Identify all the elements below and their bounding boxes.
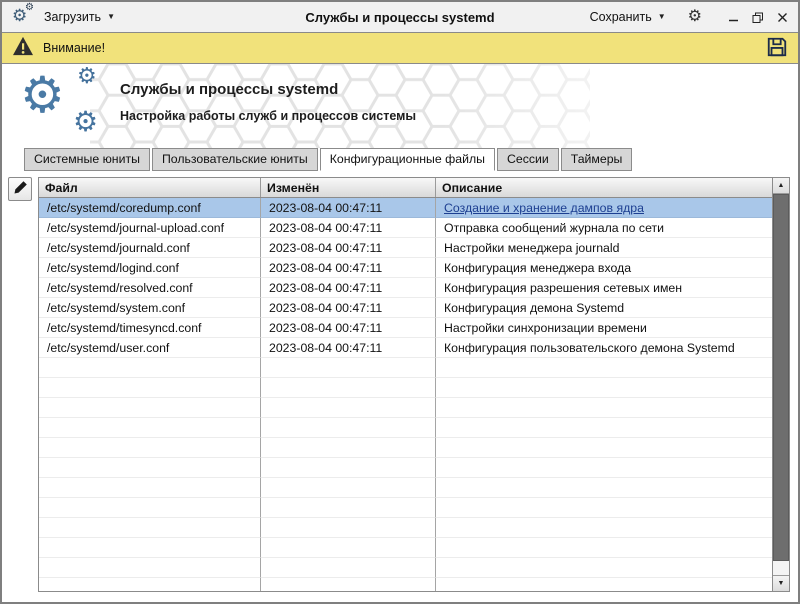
save-file-button[interactable] (766, 36, 788, 61)
title-bar: ⚙ ⚙ Загрузить ▼ Службы и процессы system… (2, 2, 798, 32)
table-row-empty (39, 498, 772, 518)
table-row[interactable]: /etc/systemd/timesyncd.conf 2023-08-04 0… (39, 318, 772, 338)
table-row-empty (39, 478, 772, 498)
scrollbar-thumb[interactable] (773, 194, 789, 561)
main-content: Файл Изменён Описание /etc/systemd/cored… (2, 171, 798, 602)
table-row-empty (39, 518, 772, 538)
scroll-down-button[interactable]: ▼ (773, 575, 789, 591)
modified-cell: 2023-08-04 00:47:11 (261, 338, 436, 358)
config-files-table: Файл Изменён Описание /etc/systemd/cored… (38, 177, 773, 592)
description-cell: Конфигурация менеджера входа (436, 258, 772, 278)
tab-sessions[interactable]: Сессии (497, 148, 559, 171)
modified-cell: 2023-08-04 00:47:11 (261, 198, 436, 218)
tab-timers[interactable]: Таймеры (561, 148, 633, 171)
table-row-empty (39, 558, 772, 578)
column-header-file[interactable]: Файл (39, 178, 261, 197)
modified-cell: 2023-08-04 00:47:11 (261, 318, 436, 338)
table-row-empty (39, 458, 772, 478)
warning-bar: Внимание! (2, 32, 798, 64)
gear-icon: ⚙ (20, 70, 65, 120)
page-header: ⚙ ⚙ ⚙ Службы и процессы systemd Настройк… (2, 64, 798, 148)
table-row-empty (39, 418, 772, 438)
modified-cell: 2023-08-04 00:47:11 (261, 278, 436, 298)
warning-triangle-icon (12, 36, 34, 61)
description-cell: Отправка сообщений журнала по сети (436, 218, 772, 238)
app-logo-gears-icon: ⚙ ⚙ ⚙ (20, 66, 120, 146)
description-cell: Создание и хранение дампов ядра (436, 198, 772, 218)
table-header: Файл Изменён Описание (39, 178, 772, 198)
side-toolbar (8, 177, 38, 592)
close-button[interactable] (777, 12, 788, 23)
table-row[interactable]: /etc/systemd/coredump.conf 2023-08-04 00… (39, 198, 772, 218)
page-title: Службы и процессы systemd (120, 81, 416, 98)
description-cell: Настройки менеджера journald (436, 238, 772, 258)
table-row[interactable]: /etc/systemd/resolved.conf 2023-08-04 00… (39, 278, 772, 298)
gear-icon: ⚙ (77, 65, 97, 87)
description-cell: Конфигурация разрешения сетевых имен (436, 278, 772, 298)
file-cell: /etc/systemd/journal-upload.conf (39, 218, 261, 238)
vertical-scrollbar[interactable]: ▲ ▼ (773, 177, 790, 592)
table-row-empty (39, 378, 772, 398)
table-row-empty (39, 398, 772, 418)
scrollbar-track[interactable] (773, 194, 789, 575)
app-window: ⚙ ⚙ Загрузить ▼ Службы и процессы system… (0, 0, 800, 604)
modified-cell: 2023-08-04 00:47:11 (261, 258, 436, 278)
gear-icon: ⚙ (73, 108, 98, 136)
load-dropdown-button[interactable]: Загрузить ▼ (38, 6, 121, 28)
scroll-up-button[interactable]: ▲ (773, 178, 789, 194)
pencil-icon (13, 180, 28, 198)
save-button-label: Сохранить (590, 10, 652, 24)
modified-cell: 2023-08-04 00:47:11 (261, 218, 436, 238)
description-link[interactable]: Создание и хранение дампов ядра (444, 201, 644, 215)
save-dropdown-button[interactable]: Сохранить ▼ (584, 6, 672, 28)
arrow-down-icon: ▼ (778, 580, 785, 587)
window-controls (728, 12, 788, 23)
chevron-down-icon: ▼ (107, 13, 115, 21)
tab-config-files[interactable]: Конфигурационные файлы (320, 148, 495, 171)
modified-cell: 2023-08-04 00:47:11 (261, 238, 436, 258)
description-cell: Настройки синхронизации времени (436, 318, 772, 338)
table-row[interactable]: /etc/systemd/journald.conf 2023-08-04 00… (39, 238, 772, 258)
file-cell: /etc/systemd/system.conf (39, 298, 261, 318)
table-row[interactable]: /etc/systemd/logind.conf 2023-08-04 00:4… (39, 258, 772, 278)
app-gears-icon: ⚙ ⚙ (12, 5, 38, 29)
table-row-empty (39, 538, 772, 558)
chevron-down-icon: ▼ (658, 13, 666, 21)
file-cell: /etc/systemd/user.conf (39, 338, 261, 358)
table-row[interactable]: /etc/systemd/journal-upload.conf 2023-08… (39, 218, 772, 238)
floppy-disk-icon (766, 36, 788, 61)
page-subtitle: Настройка работы служб и процессов систе… (120, 109, 416, 123)
table-row-empty (39, 438, 772, 458)
table-row[interactable]: /etc/systemd/user.conf 2023-08-04 00:47:… (39, 338, 772, 358)
file-cell: /etc/systemd/resolved.conf (39, 278, 261, 298)
column-header-description[interactable]: Описание (436, 178, 772, 197)
description-cell: Конфигурация пользовательского демона Sy… (436, 338, 772, 358)
description-cell: Конфигурация демона Systemd (436, 298, 772, 318)
file-cell: /etc/systemd/coredump.conf (39, 198, 261, 218)
warning-text: Внимание! (43, 41, 105, 55)
table-row-empty (39, 578, 772, 591)
file-cell: /etc/systemd/timesyncd.conf (39, 318, 261, 338)
modified-cell: 2023-08-04 00:47:11 (261, 298, 436, 318)
arrow-up-icon: ▲ (778, 182, 785, 189)
table-row-empty (39, 358, 772, 378)
table-body: /etc/systemd/coredump.conf 2023-08-04 00… (39, 198, 772, 591)
gear-icon: ⚙ (25, 2, 34, 14)
file-cell: /etc/systemd/journald.conf (39, 238, 261, 258)
column-header-modified[interactable]: Изменён (261, 178, 436, 197)
restore-button[interactable] (752, 12, 764, 23)
tab-system-units[interactable]: Системные юниты (24, 148, 150, 171)
settings-gear-button[interactable]: ⚙ (686, 9, 704, 25)
edit-button[interactable] (8, 177, 32, 201)
tab-user-units[interactable]: Пользовательские юниты (152, 148, 318, 171)
table-row[interactable]: /etc/systemd/system.conf 2023-08-04 00:4… (39, 298, 772, 318)
minimize-button[interactable] (728, 12, 739, 23)
file-cell: /etc/systemd/logind.conf (39, 258, 261, 278)
gear-icon: ⚙ (688, 8, 702, 25)
load-button-label: Загрузить (44, 10, 101, 24)
tab-bar: Системные юниты Пользовательские юниты К… (2, 148, 798, 171)
